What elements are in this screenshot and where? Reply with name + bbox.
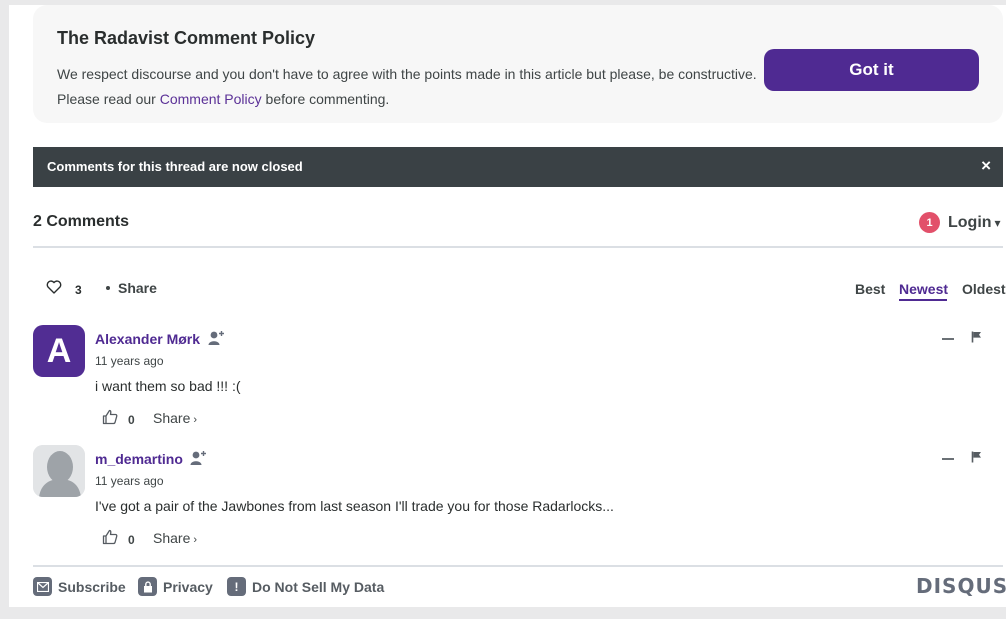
sort-newest-tab[interactable]: Newest	[899, 281, 948, 297]
flag-icon[interactable]	[971, 450, 982, 468]
comment-timestamp[interactable]: 11 years ago	[95, 474, 164, 488]
policy-text-after: before commenting.	[261, 91, 390, 107]
comment-author[interactable]: Alexander Mørk	[95, 331, 200, 347]
default-avatar-icon	[33, 445, 85, 497]
heart-icon	[46, 280, 62, 299]
comment-policy-card: The Radavist Comment Policy We respect d…	[33, 5, 1003, 123]
add-user-icon[interactable]	[190, 449, 208, 471]
minus-icon[interactable]	[942, 338, 954, 340]
subscribe-label: Subscribe	[58, 578, 126, 595]
login-menu[interactable]: 1 Login ▾	[919, 212, 1001, 233]
thumbs-up-icon	[102, 529, 118, 550]
comment-share-label: Share	[153, 410, 191, 426]
privacy-link[interactable]: Privacy	[138, 577, 213, 596]
comment-share-label: Share	[153, 530, 191, 546]
active-sort-indicator	[899, 299, 947, 301]
thread-closed-text: Comments for this thread are now closed	[47, 159, 303, 174]
lock-icon	[138, 577, 157, 596]
sort-best-tab[interactable]: Best	[855, 281, 885, 297]
close-icon[interactable]: ×	[981, 156, 991, 176]
subscribe-link[interactable]: Subscribe	[33, 577, 126, 596]
disqus-frame: The Radavist Comment Policy We respect d…	[9, 0, 1006, 619]
upvote-count: 0	[128, 412, 135, 427]
do-not-sell-label: Do Not Sell My Data	[252, 578, 385, 595]
thread-share-label: Share	[118, 280, 157, 296]
bottom-gutter	[9, 607, 1006, 619]
policy-title: The Radavist Comment Policy	[57, 28, 316, 48]
comment-timestamp[interactable]: 11 years ago	[95, 354, 164, 368]
disqus-logo[interactable]: DISQUS	[916, 574, 1006, 598]
notification-badge[interactable]: 1	[919, 212, 940, 233]
upvote-button[interactable]: 0	[102, 529, 135, 550]
privacy-label: Privacy	[163, 578, 213, 595]
thread-closed-banner: Comments for this thread are now closed …	[33, 147, 1003, 187]
minus-icon[interactable]	[942, 458, 954, 460]
recommend-button[interactable]: 3	[46, 280, 82, 299]
got-it-button[interactable]: Got it	[764, 49, 979, 91]
bullet-separator	[106, 286, 110, 290]
login-label: Login	[948, 213, 992, 231]
recommend-count: 3	[75, 282, 82, 297]
exclamation-icon: !	[227, 577, 246, 596]
chevron-down-icon: ▾	[994, 215, 1001, 230]
add-user-icon[interactable]	[208, 329, 226, 351]
avatar[interactable]: A	[33, 325, 85, 377]
comment-share-button[interactable]: Share ›	[153, 410, 197, 426]
avatar[interactable]	[33, 445, 85, 497]
upvote-count: 0	[128, 532, 135, 547]
upvote-button[interactable]: 0	[102, 409, 135, 430]
comment-count: 2 Comments	[33, 213, 130, 230]
chevron-right-icon: ›	[193, 414, 198, 426]
flag-icon[interactable]	[971, 330, 982, 348]
comment-author[interactable]: m_demartino	[95, 451, 183, 467]
do-not-sell-link[interactable]: ! Do Not Sell My Data	[227, 577, 384, 596]
envelope-icon	[33, 577, 52, 596]
comment-policy-link[interactable]: Comment Policy	[160, 91, 262, 107]
thread-share-button[interactable]: Share	[106, 280, 157, 296]
comment-body: I've got a pair of the Jawbones from las…	[95, 498, 614, 514]
comment-body: i want them so bad !!! :(	[95, 378, 241, 394]
footer-divider	[33, 565, 1003, 567]
policy-text: We respect discourse and you don't have …	[57, 62, 767, 112]
sort-oldest-tab[interactable]: Oldest	[962, 281, 1006, 297]
header-divider	[33, 246, 1003, 248]
thumbs-up-icon	[102, 409, 118, 430]
chevron-right-icon: ›	[193, 534, 198, 546]
comment-share-button[interactable]: Share ›	[153, 530, 197, 546]
